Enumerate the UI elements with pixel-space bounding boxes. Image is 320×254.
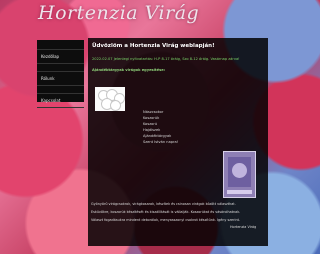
site-title: Hortenzia Virág — [38, 2, 200, 24]
news-banner: 2022.02.07 Jelenlegi nyitvatartás: H-P 8… — [92, 57, 240, 61]
book-cover-emblem — [232, 163, 247, 178]
intro-line: Esküvőkre, koszorúk készítését és kiszál… — [91, 210, 241, 214]
signature: Hortenzia Virág — [230, 225, 257, 229]
nav-item-home[interactable]: Kezdőlap — [37, 49, 84, 64]
flower-icon — [110, 100, 121, 111]
nav-item-contact[interactable]: Kapcsolat — [37, 93, 84, 108]
list-item: Szent István napra! — [143, 140, 179, 144]
sidebar-nav: Kezdőlap Rólunk Kapcsolat — [37, 40, 84, 108]
intro-line: Gyönyörű virágcsokrok, virágkosarak, kés… — [91, 202, 236, 206]
flower-image[interactable] — [95, 87, 125, 111]
section-label: Ajándéktárgyak virágok egyesítése: — [92, 68, 166, 72]
product-list: Nászcsokor Koszorúk Koszorú Hajdíszek Aj… — [143, 109, 178, 145]
page-title: Üdvözlöm a Hortenzia Virág weblapján! — [92, 43, 215, 49]
intro-line: Választ fogadásukra mindent dekorálok, m… — [91, 218, 241, 222]
book-cover-image[interactable] — [223, 151, 256, 198]
main-content: Üdvözlöm a Hortenzia Virág weblapján! 20… — [88, 38, 268, 246]
intro-paragraph: Gyönyörű virágcsokrok, virágkosarak, kés… — [91, 200, 267, 224]
nav-item-about[interactable]: Rólunk — [37, 71, 84, 86]
book-cover-band — [227, 190, 252, 194]
